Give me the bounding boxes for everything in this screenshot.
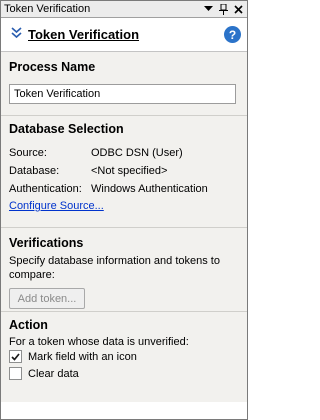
database-label: Database: — [9, 165, 60, 177]
mark-field-label: Mark field with an icon — [28, 350, 137, 363]
mark-field-option[interactable]: Mark field with an icon — [9, 348, 239, 365]
verifications-section: Verifications Specify database informati… — [1, 228, 247, 312]
pane-content: Process Name Database Selection Source: … — [1, 52, 247, 402]
source-value: ODBC DSN (User) — [91, 147, 183, 159]
authentication-value: Windows Authentication — [91, 183, 208, 195]
action-description: For a token whose data is unverified: — [9, 336, 189, 348]
process-name-section: Process Name — [1, 52, 247, 116]
task-pane-window: Token Verification Token Verification ? — [0, 0, 248, 420]
process-name-heading: Process Name — [9, 60, 96, 74]
database-selection-heading: Database Selection — [9, 122, 124, 136]
clear-data-option[interactable]: Clear data — [9, 365, 239, 382]
dropdown-arrow-icon[interactable] — [202, 3, 215, 16]
pane-header: Token Verification ? — [1, 18, 247, 52]
source-row: Source: ODBC DSN (User) — [9, 144, 239, 162]
pin-icon[interactable] — [217, 3, 230, 16]
authentication-row: Authentication: Windows Authentication — [9, 180, 239, 198]
action-section: Action For a token whose data is unverif… — [1, 312, 247, 402]
action-heading: Action — [9, 318, 48, 332]
verifications-description: Specify database information and tokens … — [9, 255, 220, 281]
pane-title: Token Verification — [28, 27, 140, 42]
configure-source-link[interactable]: Configure Source... — [9, 200, 104, 212]
clear-data-label: Clear data — [28, 367, 79, 380]
database-selection-section: Database Selection Source: ODBC DSN (Use… — [1, 116, 247, 228]
mark-field-checkbox[interactable] — [9, 350, 22, 363]
clear-data-checkbox[interactable] — [9, 367, 22, 380]
window-title-bar: Token Verification — [1, 1, 247, 18]
verifications-heading: Verifications — [9, 236, 84, 250]
add-token-button[interactable]: Add token... — [9, 288, 85, 309]
collapse-chevron-icon[interactable] — [11, 27, 22, 42]
database-value: <Not specified> — [91, 165, 168, 177]
database-row: Database: <Not specified> — [9, 162, 239, 180]
help-icon[interactable]: ? — [224, 26, 241, 43]
source-label: Source: — [9, 147, 47, 159]
window-title: Token Verification — [4, 3, 91, 15]
close-icon[interactable] — [232, 3, 245, 16]
process-name-input[interactable] — [9, 84, 236, 104]
authentication-label: Authentication: — [9, 183, 82, 195]
